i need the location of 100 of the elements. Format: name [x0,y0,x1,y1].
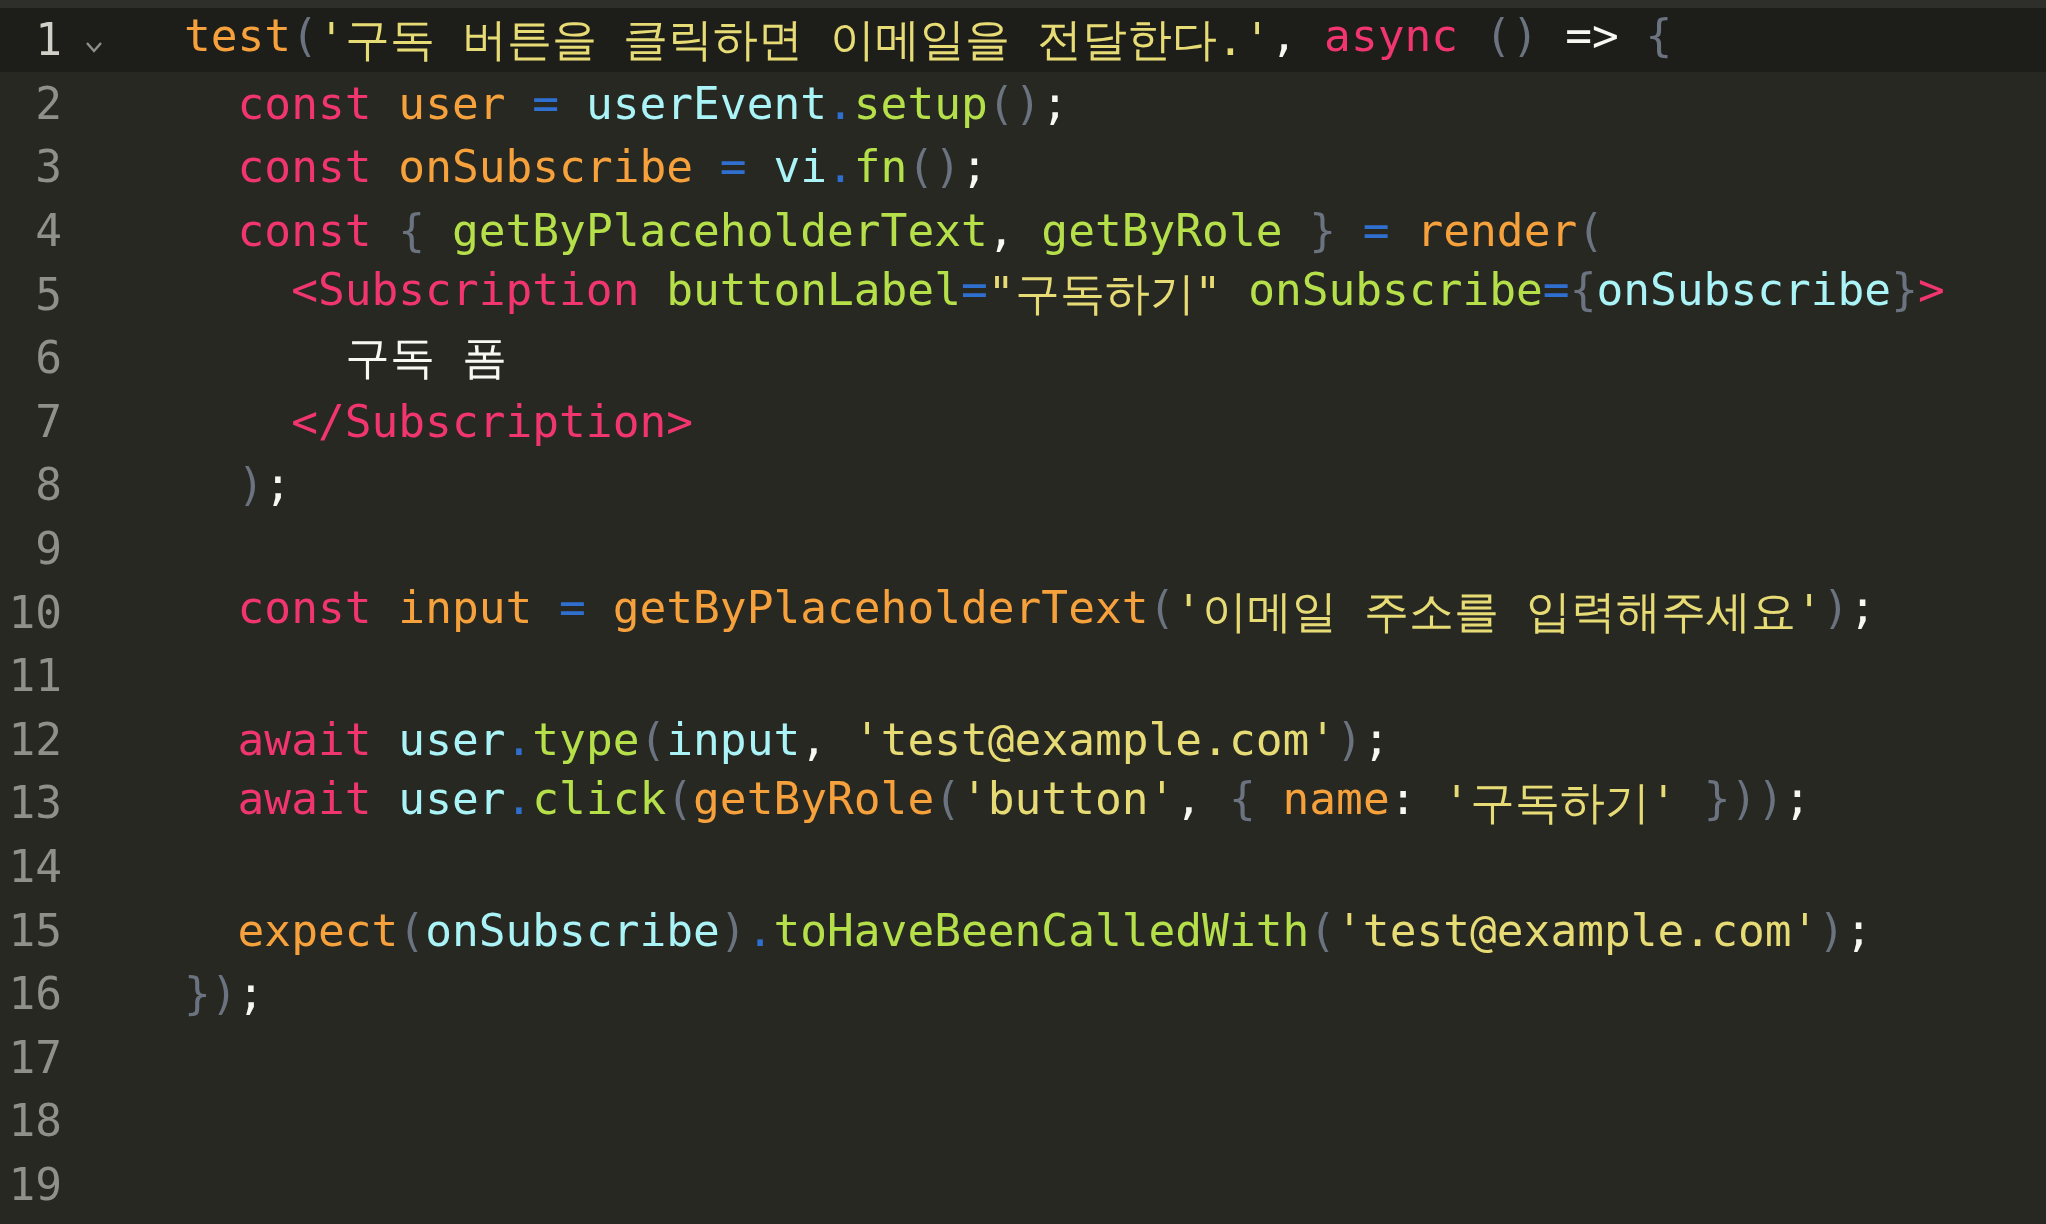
code-token: const [236,141,372,193]
code-token: . [505,772,533,826]
code-token: test [184,9,292,63]
code-token: <Subscription [290,264,640,318]
line-number: 8 [34,459,62,511]
code-token: setup [853,77,988,129]
code-token: ; [1849,582,1877,636]
code-token: ( [1577,205,1604,257]
code-token: fn [853,141,908,193]
code-token: ( [1148,582,1176,636]
code-token: ) [1336,713,1363,765]
code-token: => [1564,9,1619,63]
code-token: </Subscription> [290,395,694,447]
line-number: 14 [7,841,62,892]
line-number: 7 [34,395,62,447]
code-token: await [236,772,372,826]
code-token: async [1324,9,1459,63]
code-token: }) [184,968,238,1020]
code-token: ( [934,772,961,826]
code-token: = [558,582,586,636]
line-number: 17 [7,1031,62,1083]
code-token: vi [772,141,827,193]
code-token: "구독하기" [987,267,1222,322]
line-number: 11 [7,650,62,702]
code-token: , [1175,772,1203,826]
code-token: '구독하기' [1442,775,1677,830]
code-token: 'test@example.com' [852,713,1337,765]
code-token: buttonLabel [665,264,961,318]
code-token: , [1270,9,1299,63]
code-token: onSubscribe [425,904,720,956]
code-token: expect [236,904,399,956]
code-token: getByPlaceholderText [450,205,988,257]
line-number: 6 [34,332,62,384]
code-token: = [531,77,560,129]
code-token: const [236,205,372,257]
line-number: 10 [7,586,62,638]
code-token: '구독 버튼을 클릭하면 이메일을 전달한다.' [317,12,1271,67]
code-token: ) [236,459,265,511]
code-token: getByPlaceholderText [611,582,1149,636]
code-token: input [397,582,533,636]
code-token: = [960,264,988,318]
code-token: = [718,141,747,193]
code-token: type [532,713,640,765]
code-token: ; [264,459,292,511]
code-token: ( [398,904,426,956]
code-token: const [236,582,372,636]
code-token: } [1891,264,1918,318]
code-token: { [1227,772,1256,826]
code-token: 구독 폼 [343,330,507,385]
line-number: 12 [7,713,62,765]
code-token: user [397,77,506,129]
code-token: name [1281,772,1390,826]
code-token: () [907,141,961,193]
code-token: ; [1041,77,1069,129]
line-number: 4 [34,205,62,257]
code-token: . [827,141,854,193]
code-token: } [1308,205,1337,257]
code-token: > [1917,264,1945,318]
line-number: 15 [7,904,62,956]
code-token: = [1542,264,1570,318]
line-number: 9 [34,523,62,575]
code-token: . [827,77,854,129]
code-token: . [746,904,774,956]
code-token: onSubscribe [397,141,694,193]
code-token: { [397,205,426,257]
code-token: , [800,713,828,765]
code-token: { [1644,9,1673,63]
code-token: user [397,772,506,826]
code-token: ; [1784,772,1811,826]
code-token: ) [1822,582,1850,636]
code-token: render [1415,205,1578,257]
code-token: getByRole [1040,205,1283,257]
code-token: 'test@example.com' [1336,904,1819,956]
code-token: '이메일 주소를 입력해주세요' [1175,585,1823,640]
code-token: () [1483,9,1539,63]
code-token: toHaveBeenCalledWith [773,904,1310,956]
code-token: ) [719,904,747,956]
code-token: 'button' [961,772,1176,826]
code-token: const [236,77,372,129]
code-token: ; [1845,904,1872,956]
code-token: click [532,772,667,826]
code-token: user [397,713,506,765]
code-token: ) [1818,904,1846,956]
line-number: 18 [7,1095,62,1147]
code-token: ( [1309,904,1337,956]
line-number: 3 [34,141,62,193]
code-token: ; [961,141,988,193]
code-token: await [236,713,372,765]
code-token: () [987,77,1042,129]
code-token: ( [666,772,694,826]
line-number: 19 [7,1159,62,1210]
line-number: 16 [7,968,62,1020]
code-token: ; [1362,713,1390,765]
code-token: input [666,713,801,765]
code-token: ( [291,9,318,63]
code-token: userEvent [584,77,828,129]
line-number: 13 [7,777,62,829]
code-token: ; [237,968,265,1020]
code-token: = [1361,205,1390,257]
code-token: onSubscribe [1247,264,1543,318]
